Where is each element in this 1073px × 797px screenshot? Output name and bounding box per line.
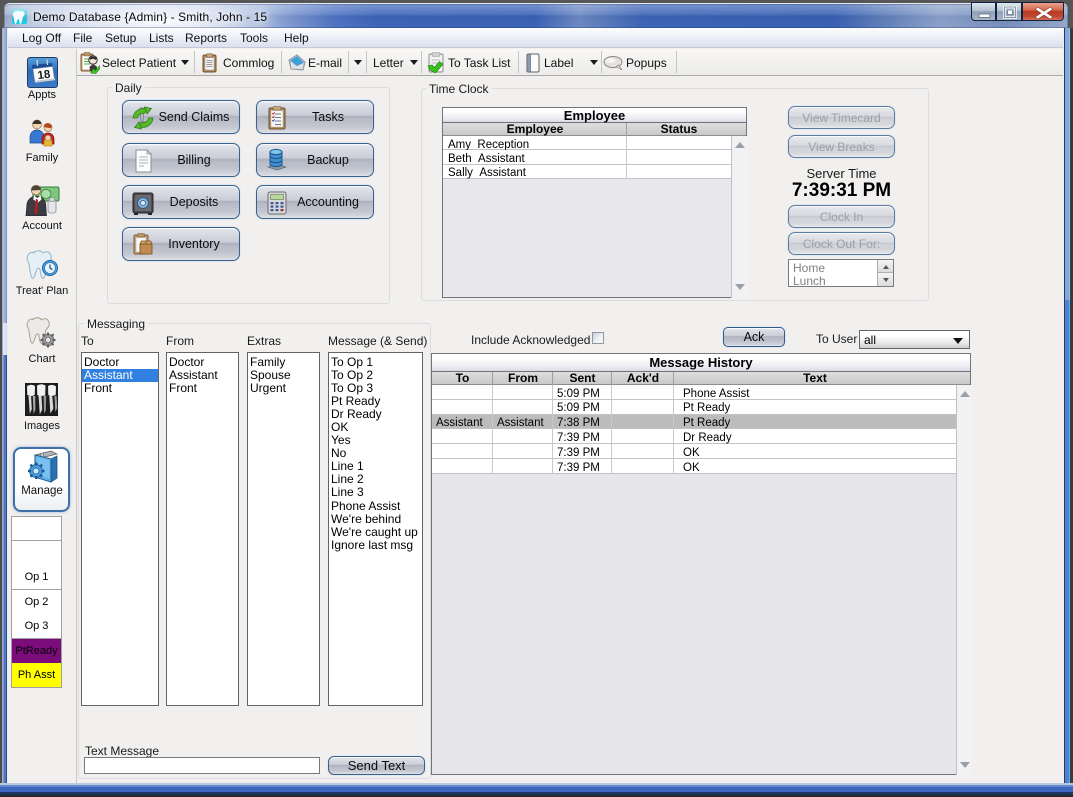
svg-text:18: 18 [37, 69, 52, 83]
